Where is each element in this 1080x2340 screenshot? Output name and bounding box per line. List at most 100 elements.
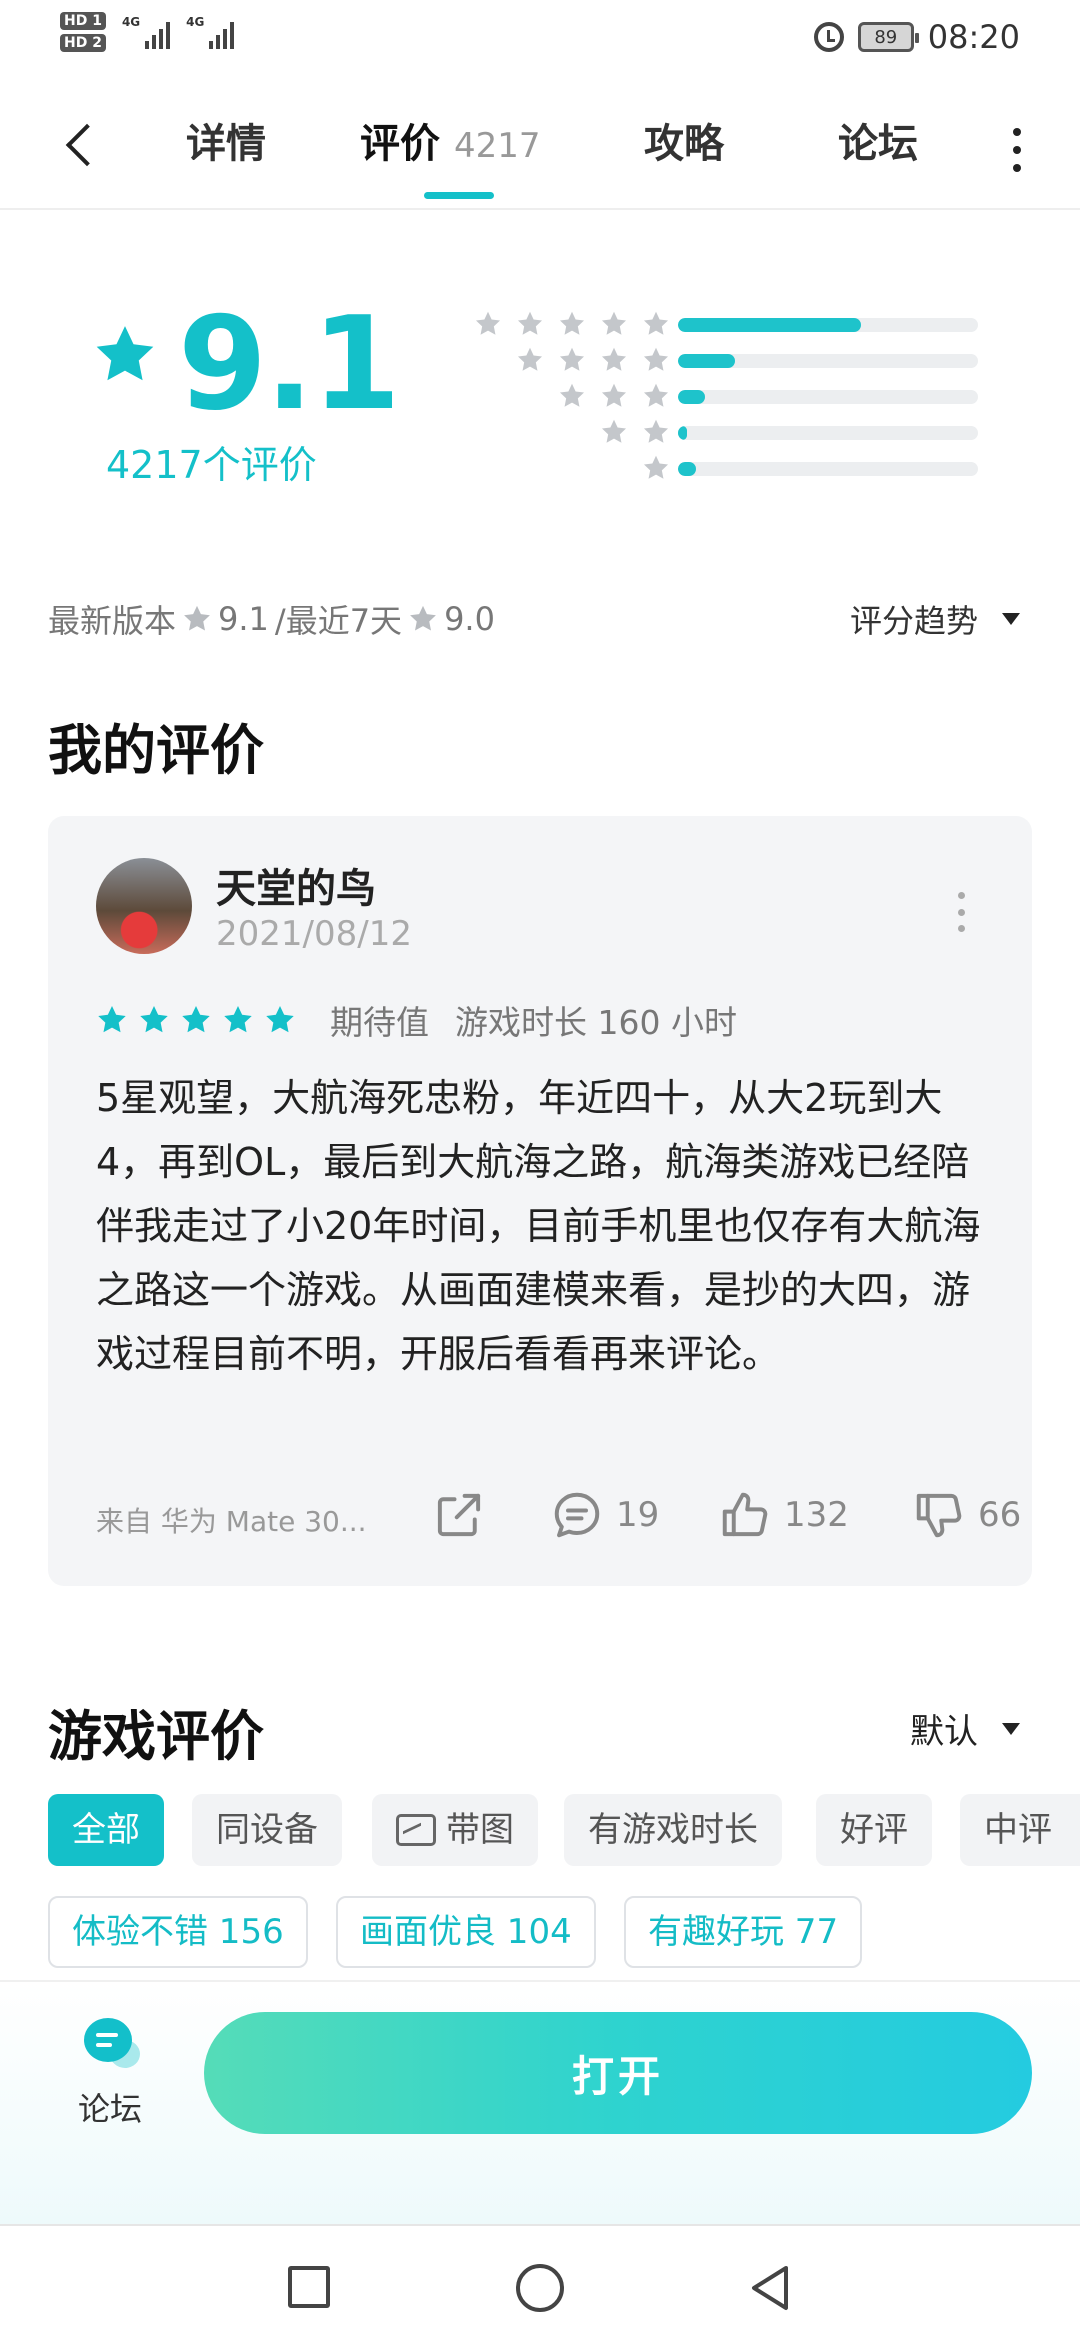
- distribution-bar: [678, 426, 978, 440]
- tab-forum[interactable]: 论坛: [838, 112, 918, 176]
- sort-label: 默认: [910, 1712, 978, 1752]
- filter-label: 中评: [984, 1810, 1052, 1850]
- sort-dropdown[interactable]: 默认: [910, 1704, 1020, 1753]
- review-stars: [96, 1004, 296, 1036]
- filter-label: 同设备: [216, 1810, 318, 1850]
- system-nav-bar: [0, 2224, 1080, 2340]
- avatar[interactable]: [96, 858, 192, 954]
- review-actions: 来自 华为 Mate 30... 19 132 66: [96, 1488, 1021, 1548]
- status-left: HD 1 HD 2 4G 4G: [60, 12, 235, 52]
- forum-button[interactable]: 论坛: [72, 2018, 148, 2130]
- rating-count: 4217个评价: [106, 443, 317, 487]
- tag-good-experience[interactable]: 体验不错 156: [48, 1896, 308, 1968]
- comment-count: 19: [616, 1495, 660, 1535]
- star-icon: [184, 605, 210, 631]
- star-icon: [643, 419, 669, 443]
- share-icon: [437, 1493, 481, 1537]
- tab-forum-label: 论坛: [838, 121, 918, 167]
- rating-trend-label: 评分趋势: [849, 602, 978, 640]
- dislike-button[interactable]: 66: [912, 1488, 1021, 1542]
- comment-icon: [554, 1492, 600, 1538]
- tab-details[interactable]: 详情: [186, 112, 266, 176]
- caret-down-icon: [1002, 613, 1020, 625]
- filter-neutral[interactable]: 中评: [960, 1794, 1080, 1866]
- star-icon: [266, 1006, 294, 1033]
- star-icon: [601, 311, 627, 335]
- filter-positive[interactable]: 好评: [816, 1794, 932, 1866]
- game-reviews-title: 游戏评价: [48, 1705, 264, 1768]
- star-icon: [559, 311, 585, 335]
- star-icon: [643, 455, 669, 479]
- bottom-action-bar: 论坛 打开: [0, 1980, 1080, 2224]
- rating-score: 9.1: [178, 290, 401, 439]
- filter-with-image[interactable]: 带图: [372, 1794, 538, 1866]
- home-icon[interactable]: [516, 2264, 564, 2312]
- filter-label: 有游戏时长: [588, 1810, 758, 1850]
- star-icon: [517, 347, 543, 371]
- review-playtime: 游戏时长 160 小时: [455, 1003, 737, 1042]
- review-device: 来自 华为 Mate 30...: [96, 1505, 367, 1538]
- star-icon: [224, 1006, 252, 1033]
- star-icon: [517, 311, 543, 335]
- user-name[interactable]: 天堂的鸟: [216, 856, 376, 914]
- my-review-card[interactable]: 天堂的鸟 2021/08/12 期待值 游戏时长 160 小时 5星观望，大航海…: [48, 816, 1032, 1586]
- back-arrow-icon[interactable]: [56, 114, 106, 174]
- battery-icon: 89: [857, 22, 919, 52]
- recent-apps-icon[interactable]: [288, 2266, 330, 2308]
- filter-label: 好评: [840, 1810, 908, 1850]
- star-icon: [410, 605, 436, 631]
- star-icon: [475, 311, 501, 335]
- star-icon: [601, 347, 627, 371]
- distribution-bar: [678, 318, 978, 332]
- review-more-icon[interactable]: [956, 892, 966, 932]
- recent-label: /最近7天: [274, 602, 403, 640]
- tab-reviews[interactable]: 评价 4217: [360, 112, 541, 176]
- tab-reviews-label: 评价: [360, 121, 440, 167]
- distribution-row-4-star: [460, 342, 980, 378]
- alarm-icon: [813, 22, 844, 52]
- filter-all[interactable]: 全部: [48, 1794, 164, 1866]
- tag-good-graphics[interactable]: 画面优良 104: [336, 1896, 596, 1968]
- distribution-row-5-star: [460, 306, 980, 342]
- latest-version-score: 9.1: [218, 600, 269, 638]
- rating-star-icon: [96, 326, 154, 381]
- distribution-row-3-star: [460, 378, 980, 414]
- star-icon: [98, 1006, 126, 1033]
- network-label-1: 4G: [121, 15, 141, 29]
- filter-same-device[interactable]: 同设备: [192, 1794, 342, 1866]
- tab-details-label: 详情: [186, 121, 266, 167]
- star-icon: [140, 1006, 168, 1033]
- star-icon: [601, 383, 627, 407]
- more-menu-icon[interactable]: [1002, 120, 1032, 180]
- top-nav: 详情 评价 4217 攻略 论坛: [0, 92, 1080, 210]
- thumbs-up-icon: [722, 1492, 768, 1537]
- distribution-bar-fill: [678, 462, 696, 476]
- comment-button[interactable]: 19: [550, 1488, 659, 1542]
- distribution-bar: [678, 354, 978, 368]
- distribution-bar-fill: [678, 354, 735, 368]
- star-icon: [559, 383, 585, 407]
- rating-trend-button[interactable]: 评分趋势: [850, 596, 1020, 642]
- distribution-bar-fill: [678, 390, 705, 404]
- tab-guides-label: 攻略: [644, 121, 724, 167]
- forum-chat-icon: [80, 2018, 140, 2074]
- dislike-count: 66: [978, 1495, 1022, 1535]
- hd1-badge: HD 1: [60, 12, 106, 30]
- caret-down-icon: [1002, 1722, 1020, 1735]
- star-icon: [601, 419, 627, 443]
- distribution-bar: [678, 462, 978, 476]
- like-button[interactable]: 132: [718, 1488, 849, 1542]
- filter-label: 全部: [72, 1810, 140, 1850]
- tab-guides[interactable]: 攻略: [644, 112, 724, 176]
- open-button[interactable]: 打开: [204, 2012, 1032, 2134]
- distribution-bar: [678, 390, 978, 404]
- review-text: 5星观望，大航海死忠粉，年近四十，从大2玩到大4，再到OL，最后到大航海之路，航…: [96, 1076, 981, 1376]
- system-back-icon[interactable]: [744, 2262, 794, 2314]
- filter-has-playtime[interactable]: 有游戏时长: [564, 1794, 782, 1866]
- tag-fun[interactable]: 有趣好玩 77: [624, 1896, 863, 1968]
- review-meta: 期待值 游戏时长 160 小时: [96, 996, 737, 1044]
- my-review-title: 我的评价: [48, 719, 264, 782]
- distribution-bar-fill: [678, 426, 687, 440]
- filter-label: 带图: [446, 1810, 514, 1850]
- share-button[interactable]: [432, 1488, 486, 1542]
